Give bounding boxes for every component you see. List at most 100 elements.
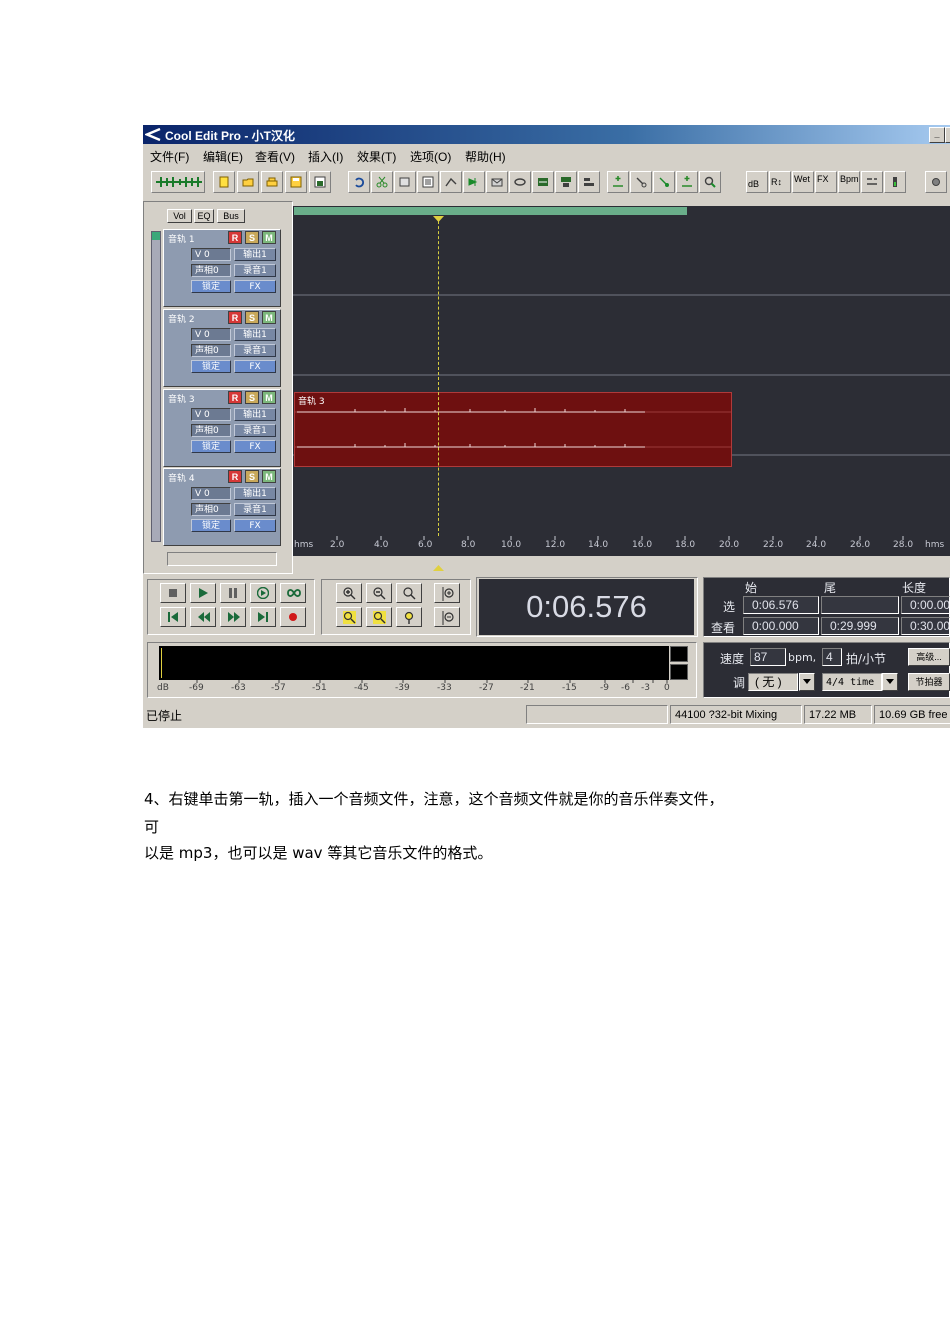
lock-button[interactable]: 锁定 xyxy=(191,280,231,293)
paste-button[interactable] xyxy=(417,171,439,193)
fx-button[interactable]: FX xyxy=(815,171,837,193)
output-button[interactable]: 输出1 xyxy=(234,487,276,500)
forward-button[interactable] xyxy=(463,171,485,193)
menu-help[interactable]: 帮助(H) xyxy=(465,148,506,165)
zoom-selection-button[interactable] xyxy=(396,607,422,627)
tab-eq[interactable]: EQ xyxy=(194,209,214,223)
go-to-start-button[interactable] xyxy=(160,607,186,627)
selection-length-field[interactable]: 0:00.00 xyxy=(901,596,950,614)
pause-button[interactable] xyxy=(220,583,246,603)
volume-field[interactable]: V 0 xyxy=(191,248,231,261)
beats-field[interactable]: 4 xyxy=(822,648,842,666)
open-file-button[interactable] xyxy=(261,171,283,193)
lock-button[interactable]: 锁定 xyxy=(191,519,231,532)
loop-play-button[interactable] xyxy=(280,583,306,603)
pan-field[interactable]: 声相0 xyxy=(191,503,231,516)
zoom-left-button[interactable] xyxy=(336,607,362,627)
mark-button[interactable] xyxy=(630,171,652,193)
record-arm-button[interactable]: R xyxy=(228,470,242,483)
view-end-field[interactable]: 0:29.999 xyxy=(821,617,899,635)
volume-field[interactable]: V 0 xyxy=(191,328,231,341)
menu-view[interactable]: 查看(V) xyxy=(255,148,295,165)
output-button[interactable]: 输出1 xyxy=(234,408,276,421)
record-input-button[interactable]: 录音1 xyxy=(234,424,276,437)
save-button[interactable] xyxy=(285,171,307,193)
zoom-full-button[interactable] xyxy=(396,583,422,603)
audio-clip[interactable]: 音轨 3 xyxy=(294,392,732,467)
menu-file[interactable]: 文件(F) xyxy=(150,148,189,165)
minimize-button[interactable]: _ xyxy=(929,127,945,143)
align-button[interactable] xyxy=(578,171,600,193)
rl-button[interactable]: R↕ xyxy=(769,171,791,193)
tab-vol[interactable]: Vol xyxy=(167,209,192,223)
zoom-tool-button[interactable] xyxy=(699,171,721,193)
go-to-end-button[interactable] xyxy=(250,607,276,627)
solo-button[interactable]: S xyxy=(245,470,259,483)
zoom-in-button[interactable] xyxy=(336,583,362,603)
menu-options[interactable]: 选项(O) xyxy=(410,148,451,165)
menu-effects[interactable]: 效果(T) xyxy=(357,148,396,165)
scroll-thumb[interactable] xyxy=(152,232,160,240)
zoom-right-button[interactable] xyxy=(366,607,392,627)
time-ruler[interactable]: hms 2.0 4.0 6.0 8.0 10.0 12.0 14.0 16.0 … xyxy=(293,536,950,556)
snap-button[interactable] xyxy=(653,171,675,193)
volume-field[interactable]: V 0 xyxy=(191,487,231,500)
solo-button[interactable]: S xyxy=(245,391,259,404)
stop-button[interactable] xyxy=(160,583,186,603)
record-arm-button[interactable]: R xyxy=(228,231,242,244)
overview-bar[interactable] xyxy=(293,206,950,216)
track-lanes[interactable]: 音轨 3 xyxy=(293,216,950,536)
record-arm-button[interactable]: R xyxy=(228,391,242,404)
tab-bus[interactable]: Bus xyxy=(217,209,245,223)
output-button[interactable]: 输出1 xyxy=(234,248,276,261)
fx-track-button[interactable]: FX xyxy=(234,519,276,532)
record-input-button[interactable]: 录音1 xyxy=(234,264,276,277)
menu-edit[interactable]: 编辑(E) xyxy=(203,148,243,165)
wet-button[interactable]: Wet xyxy=(792,171,814,193)
bpm-field[interactable]: 87 xyxy=(750,648,786,666)
lock-button[interactable]: 锁定 xyxy=(191,360,231,373)
play-to-end-button[interactable] xyxy=(250,583,276,603)
key-select[interactable]: ( 无 ) xyxy=(748,673,798,691)
open-session-button[interactable] xyxy=(237,171,259,193)
record-arm-button[interactable]: R xyxy=(228,311,242,324)
zoom-out-vertical-button[interactable] xyxy=(434,607,460,627)
fast-forward-button[interactable] xyxy=(220,607,246,627)
record-input-button[interactable]: 录音1 xyxy=(234,503,276,516)
mute-button[interactable]: M xyxy=(262,231,276,244)
record-button[interactable] xyxy=(280,607,306,627)
key-button[interactable] xyxy=(861,171,883,193)
meter-button[interactable] xyxy=(884,171,906,193)
fx-track-button[interactable]: FX xyxy=(234,360,276,373)
output-button[interactable]: 输出1 xyxy=(234,328,276,341)
fx-track-button[interactable]: FX xyxy=(234,440,276,453)
menu-insert[interactable]: 插入(I) xyxy=(308,148,343,165)
zoom-out-button[interactable] xyxy=(366,583,392,603)
waveform-view-button[interactable] xyxy=(151,171,205,193)
view-begin-field[interactable]: 0:00.000 xyxy=(743,617,819,635)
track-scrollbar[interactable] xyxy=(151,231,161,542)
meter-clip-indicator[interactable] xyxy=(670,646,688,662)
mute-button[interactable]: M xyxy=(262,470,276,483)
key-dropdown-button[interactable] xyxy=(799,673,815,691)
db-button[interactable]: dB xyxy=(746,171,768,193)
zoom-in-vertical-button[interactable] xyxy=(434,583,460,603)
save-all-button[interactable] xyxy=(309,171,331,193)
selection-begin-field[interactable]: 0:06.576 xyxy=(743,596,819,614)
pan-field[interactable]: 声相0 xyxy=(191,264,231,277)
group-button[interactable] xyxy=(555,171,577,193)
meter-clip-indicator[interactable] xyxy=(670,664,688,680)
copy-button[interactable] xyxy=(394,171,416,193)
lock-button[interactable]: 锁定 xyxy=(191,440,231,453)
time-signature-dropdown-button[interactable] xyxy=(882,673,898,691)
mute-button[interactable]: M xyxy=(262,391,276,404)
mixdown-button[interactable] xyxy=(532,171,554,193)
settings-button[interactable] xyxy=(925,171,947,193)
horizontal-scrollbar[interactable] xyxy=(167,552,277,566)
loop-tool-button[interactable] xyxy=(509,171,531,193)
play-button[interactable] xyxy=(190,583,216,603)
envelope-button[interactable] xyxy=(486,171,508,193)
playhead-cursor[interactable] xyxy=(438,216,439,536)
pan-field[interactable]: 声相0 xyxy=(191,424,231,437)
mute-button[interactable]: M xyxy=(262,311,276,324)
